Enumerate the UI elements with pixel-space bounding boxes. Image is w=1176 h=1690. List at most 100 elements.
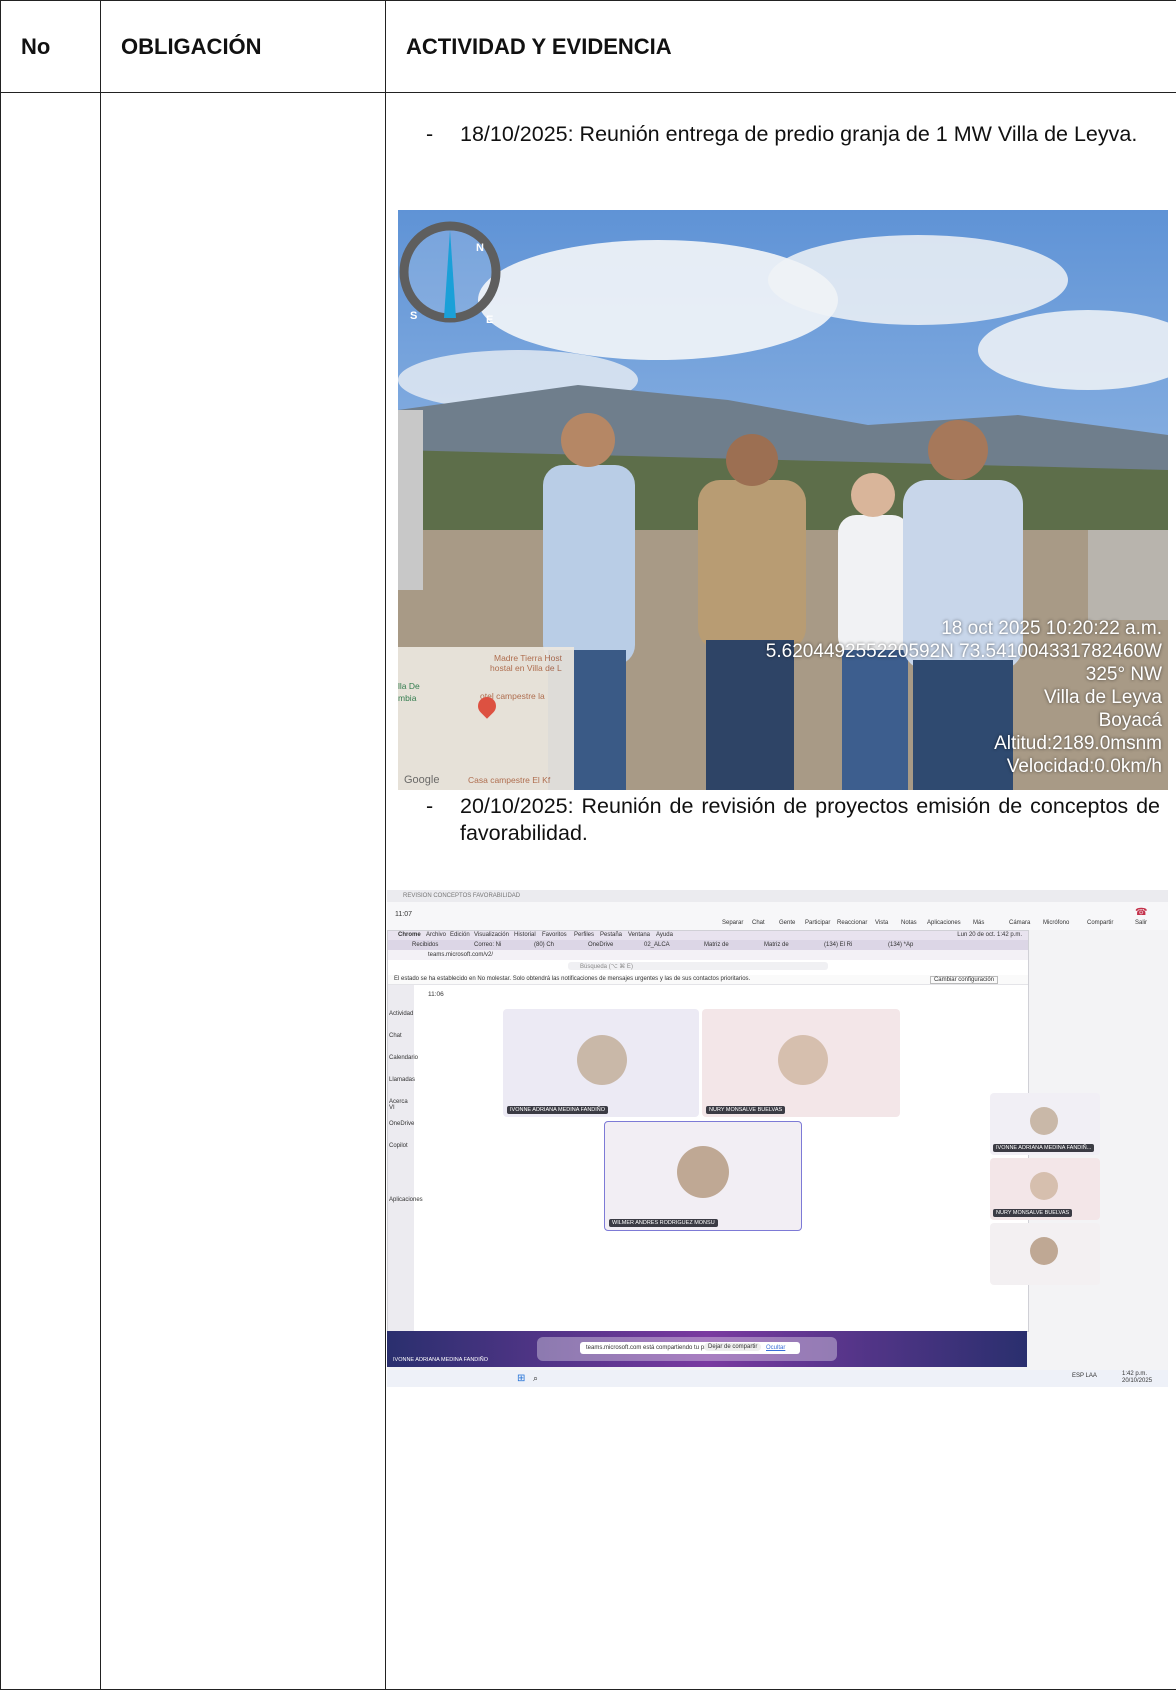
menu-historial[interactable]: Historial [514, 932, 536, 938]
side-1-name: IVONNE ADRIANA MEDINA FANDIÑ... [993, 1144, 1094, 1152]
toolbar-aplicaciones[interactable]: Aplicaciones [927, 920, 961, 926]
toolbar-salir[interactable]: Salir [1135, 920, 1147, 926]
sidebar-acerca[interactable]: Acerca VI [389, 1099, 414, 1111]
entry-1-dash: - [426, 121, 433, 148]
sidebar-llamadas[interactable]: Llamadas [389, 1077, 415, 1083]
menu-chrome[interactable]: Chrome [398, 932, 421, 938]
map-label-1: Madre Tierra Host [494, 653, 562, 663]
toolbar-mas[interactable]: Más [973, 920, 984, 926]
toolbar-participar[interactable]: Participar [805, 920, 830, 926]
sidebar-copilot[interactable]: Copilot [389, 1143, 408, 1149]
stamp-heading: 325° NW [1086, 663, 1162, 686]
menu-visualizacion[interactable]: Visualización [474, 932, 509, 938]
hide-button[interactable]: Ocultar [766, 1345, 785, 1351]
map-label-6: Casa campestre El Kf [468, 775, 550, 785]
toolbar-separar[interactable]: Separar [722, 920, 743, 926]
compass-n: N [476, 242, 484, 254]
map-label-4: lla De [398, 681, 420, 691]
outer-time: 11:07 [395, 911, 412, 918]
windows-taskbar: ⊞ ⌕ ESP LAA 1:42 p.m. 20/10/2025 [387, 1370, 1168, 1387]
evidence-content: - 18/10/2025: Reunión entrega de predio … [386, 93, 1176, 1689]
hang-up-icon[interactable]: ☎ [1135, 907, 1147, 918]
tab-5[interactable]: 02_ALCA [644, 942, 670, 948]
menu-edicion[interactable]: Edición [450, 932, 470, 938]
tab-4[interactable]: OneDrive [588, 942, 613, 948]
teams-titlebar: REVISION CONCEPTOS FAVORABILIDAD [387, 890, 1168, 902]
cell-no [1, 93, 101, 1690]
stamp-coords: 5.620449255220592N 73.541004331782460W [766, 640, 1162, 663]
participant-2-name: NURY MONSALVE BUELVAS [706, 1106, 785, 1114]
browser-tabs: Recibidos Correo: Ni (80) Ch OneDrive 02… [388, 940, 1028, 950]
stamp-speed: Velocidad:0.0km/h [1007, 755, 1162, 778]
toolbar-gente[interactable]: Gente [779, 920, 795, 926]
toolbar-camara[interactable]: Cámara [1009, 920, 1030, 926]
menu-archivo[interactable]: Archivo [426, 932, 446, 938]
taskbar-search-icon[interactable]: ⌕ [533, 1373, 538, 1384]
shared-screen: Chrome Archivo Edición Visualización His… [387, 930, 1029, 1332]
menu-favoritos[interactable]: Favoritos [542, 932, 567, 938]
tab-2[interactable]: Correo: Ni [474, 942, 501, 948]
map-inset: Madre Tierra Host hostal en Villa de L o… [398, 647, 574, 790]
entry-2: - 20/10/2025: Reunión de revisión de pro… [460, 793, 1160, 847]
stamp-datetime: 18 oct 2025 10:20:22 a.m. [941, 617, 1162, 640]
tab-3[interactable]: (80) Ch [534, 942, 554, 948]
stamp-place: Villa de Leyva [1044, 686, 1162, 709]
search-box[interactable]: Búsqueda (⌥ ⌘ E) [568, 962, 828, 970]
teams-outer-toolbar: 11:07 Separar Chat Gente Participar Reac… [387, 902, 1168, 930]
share-banner: teams.microsoft.com está compartiendo tu… [580, 1342, 800, 1354]
sidebar-onedrive[interactable]: OneDrive [389, 1121, 414, 1127]
dnd-notice-text: El estado se ha establecido en No molest… [394, 976, 750, 982]
menu-ayuda[interactable]: Ayuda [656, 932, 673, 938]
tab-9[interactable]: (134) *Ap [888, 942, 913, 948]
toolbar-compartir[interactable]: Compartir [1087, 920, 1113, 926]
taskbar-date[interactable]: 20/10/2025 [1122, 1378, 1152, 1384]
compass-e: E [486, 314, 493, 326]
tab-6[interactable]: Matriz de [704, 942, 729, 948]
sidebar-chat[interactable]: Chat [389, 1033, 402, 1039]
side-tile-2: NURY MONSALVE BUELVAS [990, 1158, 1100, 1220]
entry-2-dash: - [426, 793, 433, 820]
table-header-row: No OBLIGACIÓN ACTIVIDAD Y EVIDENCIA [1, 1, 1176, 93]
side-1-avatar [1030, 1107, 1058, 1135]
menu-ventana[interactable]: Ventana [628, 932, 650, 938]
windows-start-icon[interactable]: ⊞ [517, 1373, 525, 1384]
tab-1[interactable]: Recibidos [412, 942, 438, 948]
teams-screenshot: REVISION CONCEPTOS FAVORABILIDAD 11:07 S… [387, 890, 1168, 1387]
sidebar-calendario[interactable]: Calendario [389, 1055, 418, 1061]
search-placeholder: Búsqueda (⌥ ⌘ E) [580, 963, 633, 970]
header-no: No [1, 1, 101, 93]
participant-tile-2: NURY MONSALVE BUELVAS [702, 1009, 900, 1117]
participant-tile-1: IVONNE ADRIANA MEDINA FANDIÑO [503, 1009, 699, 1117]
toolbar-notas[interactable]: Notas [901, 920, 917, 926]
cell-obligacion [101, 93, 386, 1690]
toolbar-reaccionar[interactable]: Reaccionar [837, 920, 867, 926]
meeting-photo: N E S Madre Tierra Host hostal en Villa … [398, 210, 1168, 790]
teams-sidebar: Actividad Chat Calendario Llamadas Acerc… [388, 985, 414, 1331]
side-2-avatar [1030, 1172, 1058, 1200]
toolbar-microfono[interactable]: Micrófono [1043, 920, 1069, 926]
url-text[interactable]: teams.microsoft.com/v2/ [428, 952, 493, 958]
toolbar-chat[interactable]: Chat [752, 920, 765, 926]
inner-time: 11:06 [428, 991, 444, 998]
sidebar-actividad[interactable]: Actividad [389, 1011, 413, 1017]
tab-7[interactable]: Matriz de [764, 942, 789, 948]
address-bar[interactable]: teams.microsoft.com/v2/ [388, 950, 1028, 960]
tab-8[interactable]: (134) El Ri [824, 942, 852, 948]
side-tile-1: IVONNE ADRIANA MEDINA FANDIÑ... [990, 1093, 1100, 1155]
entry-2-text: 20/10/2025: Reunión de revisión de proye… [460, 794, 1160, 845]
mac-clock: Lun 20 de oct. 1:42 p.m. [957, 932, 1022, 938]
taskbar-lang[interactable]: ESP LAA [1072, 1373, 1097, 1379]
menu-perfiles[interactable]: Perfiles [574, 932, 594, 938]
table-row: - 18/10/2025: Reunión entrega de predio … [1, 93, 1176, 1690]
side-3-avatar [1030, 1237, 1058, 1265]
stop-sharing-button[interactable]: Dejar de compartir [704, 1343, 761, 1351]
sidebar-aplicaciones[interactable]: Aplicaciones [389, 1197, 423, 1203]
menu-pestana[interactable]: Pestaña [600, 932, 622, 938]
toolbar-vista[interactable]: Vista [875, 920, 888, 926]
taskbar-time[interactable]: 1:42 p.m. [1122, 1371, 1147, 1377]
change-settings-button[interactable]: Cambiar configuración [930, 976, 998, 984]
map-label-2: hostal en Villa de L [490, 663, 562, 673]
cell-actividad: - 18/10/2025: Reunión entrega de predio … [386, 93, 1176, 1690]
entry-1: - 18/10/2025: Reunión entrega de predio … [460, 121, 1160, 148]
obligations-table: No OBLIGACIÓN ACTIVIDAD Y EVIDENCIA - 18… [0, 0, 1176, 1690]
